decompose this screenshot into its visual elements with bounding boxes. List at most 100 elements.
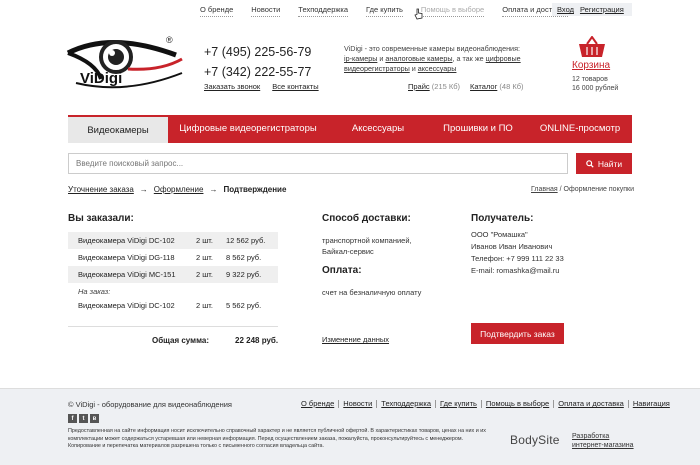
vk-icon[interactable]: в [90,414,99,423]
menu-accessories[interactable]: Аксессуары [328,115,428,143]
price-link[interactable]: Прайс [408,82,430,91]
about-text-1: - это современные камеры видеонаблюдения… [362,44,520,53]
order-call-link[interactable]: Заказать звонок [204,82,260,91]
phone-perm: +7 (342) 222-55-77 [204,65,312,79]
footer-nav-about[interactable]: О бренде [297,400,340,408]
order-table: Видеокамера ViDigi DC-102 2 шт. 12 562 р… [68,232,278,314]
delivery-value: транспортной компанией, Байкал-сервис [322,235,412,257]
footer-nav-where-to-buy[interactable]: Где купить [436,400,482,408]
cart-info: 12 товаров 16 000 рублей [572,75,632,93]
confirm-order-button[interactable]: Подтвердить заказ [471,323,564,344]
all-contacts-link[interactable]: Все контакты [272,82,318,91]
order-item-name: Видеокамера ViDigi MC-151 [78,270,176,279]
bodysite-logo[interactable]: BodySite [510,433,560,447]
phone-moscow: +7 (495) 225-56-79 [204,45,312,59]
receiver-name: Иванов Иван Иванович [471,242,553,251]
delivery-line-2: Байкал-сервис [322,247,374,256]
download-files: Прайс (215 Кб) Каталог (48 Кб) [408,82,524,91]
facebook-icon[interactable]: f [68,414,77,423]
receiver-email: E-mail: romashka@mail.ru [471,266,560,275]
cart-widget[interactable]: Корзина 12 товаров 16 000 рублей [572,36,632,93]
total-value: 22 248 руб. [235,336,279,345]
dev-line-1[interactable]: Разработка [572,433,609,440]
order-row: Видеокамера ViDigi DC-102 2 шт. 5 562 ру… [68,297,278,314]
topnav-support[interactable]: Техподдержка [298,5,349,17]
order-row: Видеокамера ViDigi DC-102 2 шт. 12 562 р… [68,232,278,249]
order-divider [68,326,278,327]
topnav-news[interactable]: Новости [251,5,281,17]
order-row: Видеокамера ViDigi DG-118 2 шт. 8 562 ру… [68,249,278,266]
order-item-price: 5 562 руб. [226,301,262,310]
top-nav: О бренде Новости Техподдержка Где купить… [200,5,586,17]
accessories-link[interactable]: аксессуары [418,64,457,73]
cart-items-count: 12 товаров [572,76,608,83]
footer-nav-delivery[interactable]: Оплата и доставка [554,400,629,408]
logo-text: ViDigi [80,70,122,87]
preorder-label: На заказ: [78,287,111,296]
total-label: Общая сумма: [152,336,209,345]
about-text: ViDigi - это современные камеры видеонаб… [344,44,524,74]
footer-nav-help[interactable]: Помощь в выборе [482,400,555,408]
payment-value: счет на безналичную оплату [322,288,422,297]
ip-cameras-link[interactable]: ip-камеры [344,54,377,63]
topnav-about[interactable]: О бренде [200,5,234,17]
header-links: Заказать звонок Все контакты [204,82,319,91]
order-item-qty: 2 шт. [196,270,213,279]
dev-line-2[interactable]: интернет-магазина [572,442,634,449]
about-and-2: и [409,64,418,73]
breadcrumb: Главная / Оформление покупки [531,186,634,193]
footer-nav-sitemap[interactable]: Навигация [629,400,674,408]
order-total: Общая сумма: 22 248 руб. [152,336,278,345]
search-icon [586,159,594,168]
order-item-qty: 2 шт. [196,253,213,262]
checkout-steps: Уточнение заказа → Оформление → Подтверж… [68,185,286,194]
receiver-info: ООО "Ромашка" Иванов Иван Иванович Телеф… [471,229,564,277]
payment-title: Оплата: [322,265,362,276]
search-button[interactable]: Найти [576,153,632,174]
menu-firmware[interactable]: Прошивки и ПО [428,115,528,143]
edit-data-link[interactable]: Изменение данных [322,335,389,344]
footer-nav-support[interactable]: Техподдержка [377,400,437,408]
search-button-label: Найти [597,158,623,169]
order-item-price: 9 322 руб. [226,270,262,279]
menu-dvr[interactable]: Цифровые видеорегистраторы [168,115,328,143]
cursor-icon [414,8,423,20]
step-confirm: Подтверждение [223,185,287,194]
analog-cameras-link[interactable]: аналоговые камеры [385,54,452,63]
twitter-icon[interactable]: t [79,414,88,423]
footer-copyright: © ViDigi - оборудование для видеонаблюде… [68,400,232,409]
register-link[interactable]: Регистрация [580,5,624,14]
step-refine[interactable]: Уточнение заказа [68,185,134,194]
step-checkout[interactable]: Оформление [154,185,204,194]
order-item-name: Видеокамера ViDigi DC-102 [78,236,175,245]
developer-link[interactable]: Разработка интернет-магазина [572,432,634,450]
order-row: Видеокамера ViDigi MC-151 2 шт. 9 322 ру… [68,266,278,283]
footer-nav: О бренде Новости Техподдержка Где купить… [297,400,674,408]
order-item-qty: 2 шт. [196,236,213,245]
cart-title[interactable]: Корзина [572,60,632,71]
delivery-line-1: транспортной компанией, [322,236,412,245]
auth-box: Вход Регистрация [552,3,632,16]
topnav-where-to-buy[interactable]: Где купить [366,5,403,17]
order-item-name: Видеокамера ViDigi DC-102 [78,301,175,310]
breadcrumb-home[interactable]: Главная [531,186,558,193]
topnav-help[interactable]: Помощь в выборе [420,5,485,17]
logo-eye-icon: ® ViDigi [66,35,183,89]
site-logo[interactable]: ® ViDigi [66,33,186,98]
cart-sum: 16 000 рублей [572,85,619,92]
receiver-title: Получатель: [471,213,534,224]
order-item-name: Видеокамера ViDigi DG-118 [78,253,175,262]
search-input[interactable] [68,153,568,174]
catalog-link[interactable]: Каталог [470,82,497,91]
login-link[interactable]: Вход [557,5,574,14]
phones: +7 (495) 225-56-79 +7 (342) 222-55-77 [204,42,311,82]
order-item-price: 12 562 руб. [226,236,266,245]
order-item-price: 8 562 руб. [226,253,262,262]
menu-online-view[interactable]: ONLINE-просмотр [528,115,632,143]
footer-nav-news[interactable]: Новости [339,400,378,408]
step-arrow-1: → [139,185,148,194]
logo-registered: ® [166,35,173,45]
order-title: Вы заказали: [68,213,134,224]
menu-cameras[interactable]: Видеокамеры [68,115,168,143]
receiver-company: ООО "Ромашка" [471,230,528,239]
